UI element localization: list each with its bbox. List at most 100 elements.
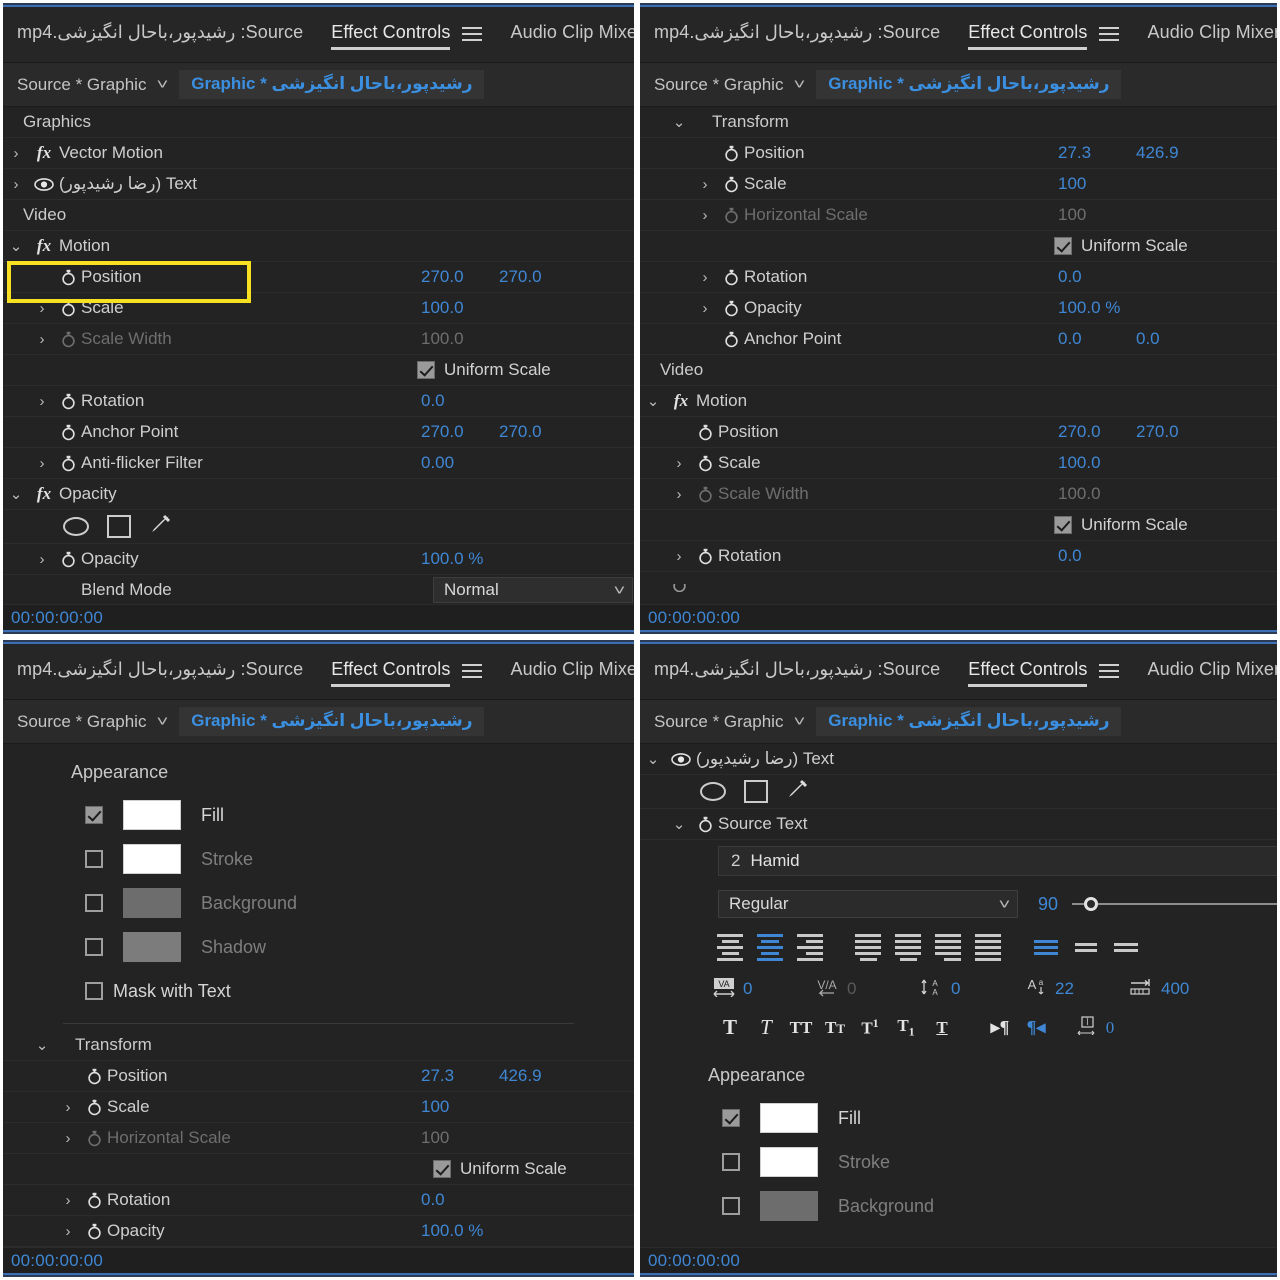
pen-mask-icon[interactable] [786,779,808,805]
property-anchor-point[interactable]: Anchor Point 0.0 0.0 [640,324,1277,355]
tab-source-clip[interactable]: Source: رشیدپور،باحال انگیزشی.mp4 [17,659,303,685]
property-value[interactable]: 100.0 % [421,549,483,569]
twisty-expanded-icon[interactable]: ⌄ [29,1038,55,1053]
underline-icon[interactable]: T [924,1019,960,1036]
tab-audio-clip-mixer[interactable]: Audio Clip Mixer: [510,659,634,685]
align-left-icon[interactable] [710,934,750,961]
property-scale[interactable]: › Scale 100.0 [3,293,634,324]
eye-visibility-icon[interactable] [29,177,59,191]
font-width-control[interactable]: 400 [1128,977,1232,1001]
rectangle-mask-icon[interactable] [744,780,768,803]
superscript-icon[interactable]: T1 [852,1017,888,1037]
background-color-swatch[interactable] [123,888,181,918]
align-middle-icon[interactable] [1066,943,1106,952]
appearance-fill-row[interactable]: Fill [3,793,634,837]
twisty-expanded-icon[interactable]: ⌄ [640,752,666,767]
mask-with-text-row[interactable]: Mask with Text [3,969,634,1013]
uniform-scale-checkbox[interactable] [1054,516,1072,534]
hamburger-menu-icon[interactable] [1099,664,1120,679]
appearance-fill-row[interactable]: Fill [640,1096,1277,1140]
property-rotation[interactable]: › Rotation 0.0 [640,541,1277,572]
twisty-collapsed-icon[interactable]: › [29,394,55,409]
stopwatch-icon[interactable] [81,1068,107,1085]
tab-effect-controls[interactable]: Effect Controls [968,22,1088,50]
layer-text[interactable]: ⌄ Text (رضا رشیدپور) [640,744,1277,775]
font-style-dropdown[interactable]: Regular ˅ [718,890,1018,918]
property-value[interactable]: 0.0 [421,1190,445,1210]
property-anchor-point[interactable]: Anchor Point 270.0 270.0 [3,417,634,448]
property-value-y[interactable]: 426.9 [1136,143,1179,163]
shadow-color-swatch[interactable] [123,932,181,962]
kerning-value[interactable]: 0 [847,979,856,999]
leading-value[interactable]: 22 [1055,979,1074,999]
tab-effect-controls[interactable]: Effect Controls [331,659,451,687]
composer-icon[interactable]: أ [1076,1015,1098,1039]
appearance-stroke-row[interactable]: Stroke [640,1140,1277,1184]
twisty-collapsed-icon[interactable]: › [692,177,718,192]
stopwatch-icon[interactable] [692,548,718,565]
stroke-checkbox[interactable] [722,1153,740,1171]
property-rotation[interactable]: › Rotation 0.0 [640,262,1277,293]
group-transform[interactable]: ⌄ Transform [3,1030,634,1061]
uniform-scale-checkbox[interactable] [1054,237,1072,255]
stopwatch-icon[interactable] [718,145,744,162]
tab-audio-clip-mixer[interactable]: Audio Clip Mixer: [1147,659,1277,685]
twisty-collapsed-icon[interactable]: › [29,301,55,316]
property-anti-flicker-filter[interactable]: › Anti-flicker Filter 0.00 [3,448,634,479]
stopwatch-icon[interactable] [81,1099,107,1116]
uniform-scale-checkbox[interactable] [433,1160,451,1178]
chevron-down-icon[interactable]: ˅ [157,77,169,92]
group-transform[interactable]: ⌄ Transform [640,107,1277,138]
tracking-control[interactable]: VA 0 [712,977,816,1001]
align-right-icon[interactable] [790,934,830,961]
twisty-collapsed-icon[interactable]: › [55,1224,81,1239]
property-opacity[interactable]: › Opacity 100.0 % [640,293,1277,324]
twisty-collapsed-icon[interactable]: › [692,301,718,316]
align-center-icon[interactable] [750,934,790,961]
font-size-slider[interactable] [1072,897,1277,911]
pen-mask-icon[interactable] [149,514,171,540]
rtl-paragraph-icon[interactable]: ¶◂ [1018,1018,1054,1036]
twisty-collapsed-icon[interactable]: › [666,456,692,471]
property-value[interactable]: 0.0 [1058,546,1082,566]
stopwatch-icon[interactable] [81,1223,107,1240]
stopwatch-icon[interactable] [692,816,718,833]
small-caps-icon[interactable]: TT [818,1019,852,1036]
property-rotation[interactable]: › Rotation 0.0 [3,1185,634,1216]
stroke-checkbox[interactable] [85,850,103,868]
chevron-down-icon[interactable]: ˅ [794,714,806,729]
rectangle-mask-icon[interactable] [107,515,131,538]
effect-opacity[interactable]: ⌄ fx Opacity [3,479,634,510]
baseline-shift-value[interactable]: 0 [951,979,960,999]
property-position[interactable]: Position 27.3 426.9 [640,138,1277,169]
property-value[interactable]: 100.0 % [421,1221,483,1241]
font-size-value[interactable]: 90 [1032,894,1058,915]
property-value-x[interactable]: 27.3 [421,1066,454,1086]
mask-with-text-checkbox[interactable] [85,982,103,1000]
property-value[interactable]: 0.0 [421,391,445,411]
tab-audio-clip-mixer[interactable]: Audio Clip Mixer: [1147,22,1277,48]
all-caps-icon[interactable]: TT [784,1019,818,1036]
property-rotation[interactable]: › Rotation 0.0 [3,386,634,417]
twisty-expanded-icon[interactable]: ⌄ [3,487,29,502]
property-position[interactable]: Position 27.3 426.9 [3,1061,634,1092]
property-value-y[interactable]: 270.0 [499,267,542,287]
shadow-checkbox[interactable] [85,938,103,956]
faux-italic-icon[interactable]: T [748,1016,784,1038]
timecode-display[interactable]: 00:00:00:00 [11,1251,103,1271]
stopwatch-icon[interactable] [55,424,81,441]
font-family-field[interactable]: 2 Hamid [718,846,1277,876]
effect-vector-motion[interactable]: › fx Vector Motion [3,138,634,169]
property-position[interactable]: Position 270.0 270.0 [3,262,634,293]
clip-chip[interactable]: رشیدپور،باحال انگیزشی * Graphic [179,707,485,736]
twisty-collapsed-icon[interactable]: › [29,456,55,471]
property-value-x[interactable]: 270.0 [421,267,464,287]
stopwatch-icon[interactable] [55,393,81,410]
fill-checkbox[interactable] [85,806,103,824]
tab-effect-controls[interactable]: Effect Controls [968,659,1088,687]
tracking-value[interactable]: 0 [743,979,752,999]
stroke-color-swatch[interactable] [760,1147,818,1177]
align-bottom-icon[interactable] [1106,943,1146,952]
property-position[interactable]: Position 270.0 270.0 [640,417,1277,448]
effect-motion[interactable]: ⌄ fx Motion [3,231,634,262]
